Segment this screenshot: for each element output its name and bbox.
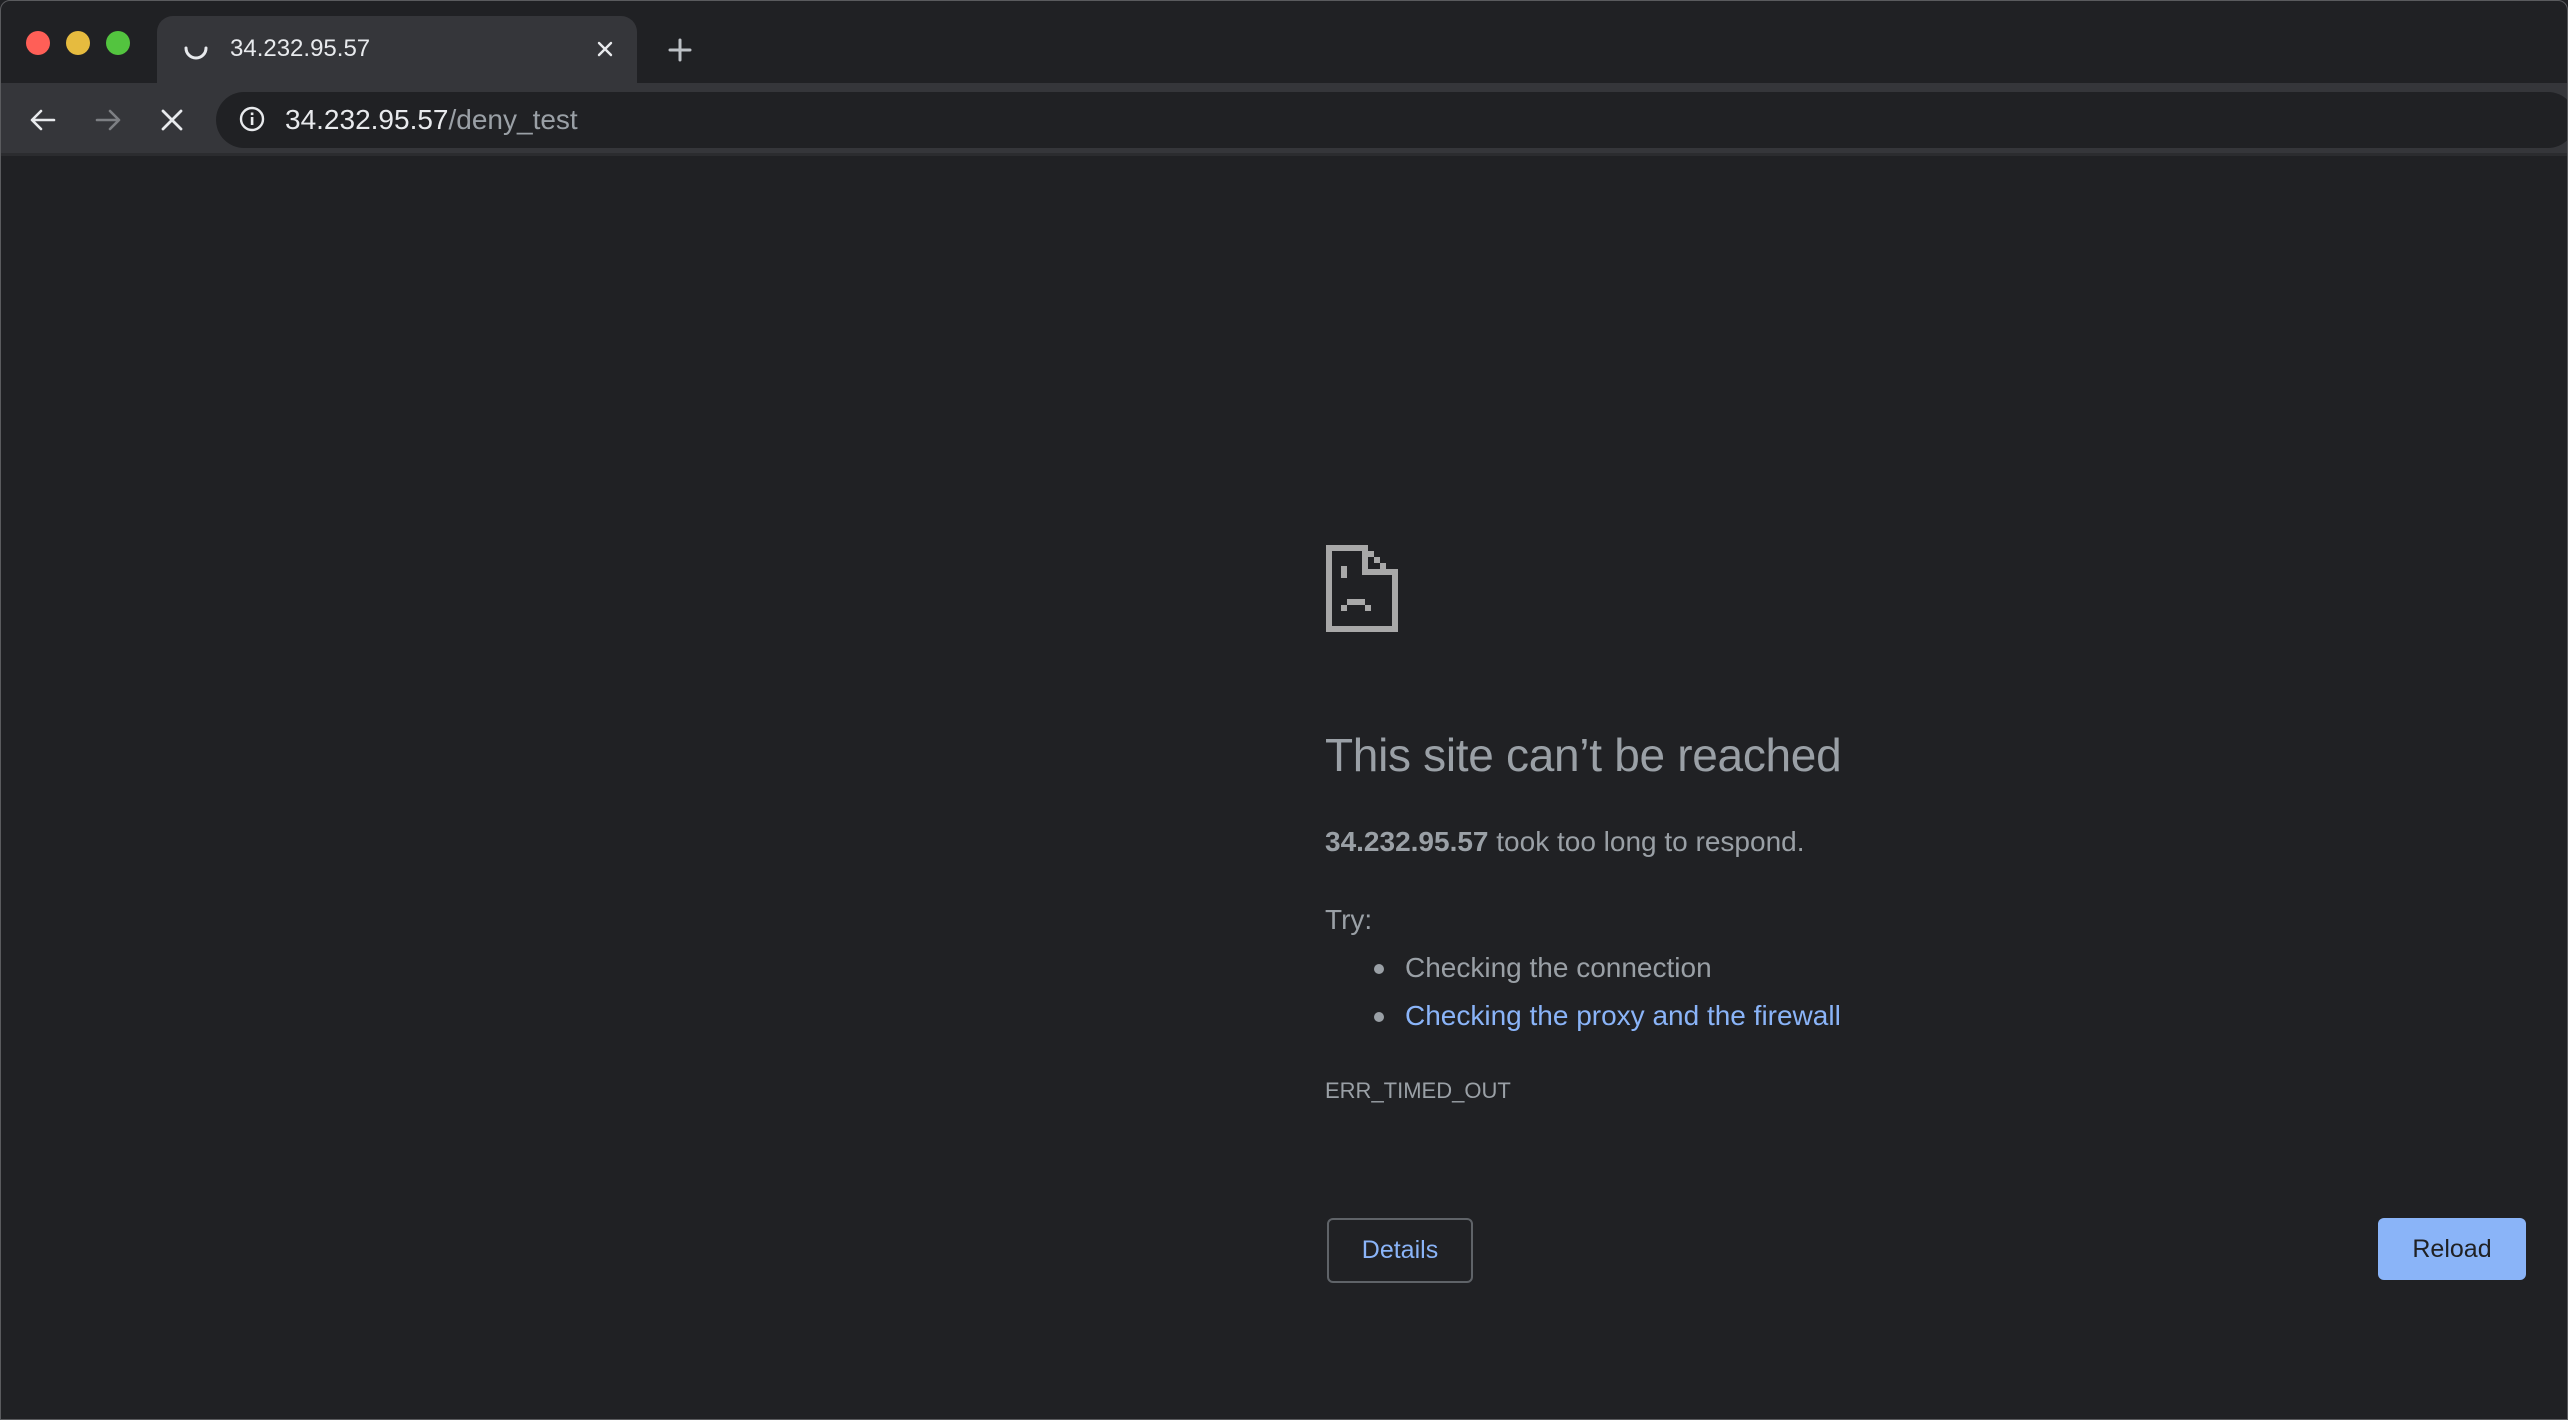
toolbar-divider — [0, 153, 2568, 156]
bullet — [1374, 1012, 1384, 1022]
suggestion-text: Checking the connection — [1405, 952, 1712, 983]
details-button[interactable]: Details — [1327, 1218, 1473, 1283]
tab-strip: 34.232.95.57 — [0, 0, 2568, 83]
window-frame — [0, 0, 2568, 1420]
window-close-button[interactable] — [26, 31, 50, 55]
window-maximize-button[interactable] — [106, 31, 130, 55]
bullet — [1374, 964, 1384, 974]
sad-page-icon — [1326, 545, 1398, 632]
plus-icon[interactable] — [665, 35, 695, 65]
arrow-right-icon — [95, 109, 121, 131]
error-host: 34.232.95.57 — [1325, 826, 1489, 857]
error-title: This site can’t be reached — [1325, 729, 1842, 781]
url-host: 34.232.95.57 — [285, 104, 449, 135]
tab-title: 34.232.95.57 — [230, 35, 371, 62]
stop-icon[interactable] — [156, 104, 188, 136]
try-label: Try: — [1325, 904, 1373, 935]
close-icon[interactable] — [592, 36, 618, 62]
error-summary: 34.232.95.57 took too long to respond. — [1325, 822, 1805, 862]
window-minimize-button[interactable] — [66, 31, 90, 55]
reload-button[interactable]: Reload — [2378, 1218, 2526, 1280]
error-message: took too long to respond. — [1488, 826, 1805, 857]
url-path: /deny_test — [448, 104, 578, 135]
url-text[interactable]: 34.232.95.57/deny_test — [285, 100, 578, 140]
proxy-firewall-link[interactable]: Checking the proxy and the firewall — [1405, 996, 1841, 1036]
arrow-left-icon[interactable] — [27, 104, 59, 136]
error-code: ERR_TIMED_OUT — [1325, 1078, 1511, 1103]
info-icon[interactable] — [238, 105, 266, 133]
loading-spinner-icon — [184, 46, 208, 60]
tab-active[interactable] — [157, 16, 637, 83]
